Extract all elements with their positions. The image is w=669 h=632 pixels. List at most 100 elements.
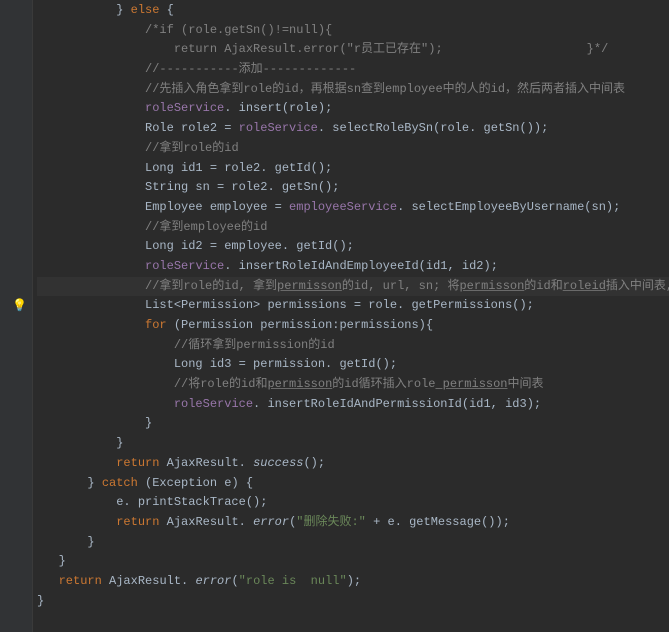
code-token: );	[347, 574, 361, 588]
code-token: error	[195, 574, 231, 588]
code-token: e. printStackTrace();	[37, 495, 267, 509]
code-token: return	[116, 456, 159, 470]
code-token: 的id和	[524, 279, 562, 293]
code-token: else	[131, 3, 160, 17]
code-token: for	[145, 318, 167, 332]
code-token: (	[231, 574, 238, 588]
code-line[interactable]: List<Permission> permissions = role. get…	[37, 296, 669, 316]
code-token: }	[37, 416, 152, 430]
code-token	[37, 515, 116, 529]
code-line[interactable]: Role role2 = roleService. selectRoleBySn…	[37, 119, 669, 139]
code-token: (Permission permission:permissions){	[167, 318, 433, 332]
code-line[interactable]: }	[37, 434, 669, 454]
code-token	[37, 377, 174, 391]
code-token: 中间表	[508, 377, 544, 391]
code-line[interactable]: for (Permission permission:permissions){	[37, 316, 669, 336]
code-token	[37, 318, 145, 332]
code-line[interactable]: //拿到employee的id	[37, 218, 669, 238]
code-line[interactable]: roleService. insertRoleIdAndEmployeeId(i…	[37, 257, 669, 277]
code-token: roleService	[145, 259, 224, 273]
code-line[interactable]: }	[37, 552, 669, 572]
code-token: return	[59, 574, 102, 588]
code-token: permisson	[277, 279, 342, 293]
code-token: /*if (role.getSn()!=null){	[145, 23, 332, 37]
code-line[interactable]: //拿到role的id	[37, 139, 669, 159]
code-token: permisson	[435, 377, 507, 391]
code-token	[37, 141, 145, 155]
code-token: success	[253, 456, 303, 470]
code-token	[37, 259, 145, 273]
code-token: Employee employee =	[37, 200, 289, 214]
code-line[interactable]: /*if (role.getSn()!=null){	[37, 21, 669, 41]
code-line[interactable]: }	[37, 533, 669, 553]
code-token: catch	[102, 476, 138, 490]
code-token	[37, 82, 145, 96]
code-line[interactable]: Long id1 = role2. getId();	[37, 159, 669, 179]
code-token: (Exception e) {	[138, 476, 253, 490]
code-line[interactable]: } else {	[37, 1, 669, 21]
code-line[interactable]: return AjaxResult.error("r员工已存在"); }*/	[37, 40, 669, 60]
code-token	[37, 101, 145, 115]
code-line[interactable]: roleService. insertRoleIdAndPermissionId…	[37, 395, 669, 415]
code-token: . insertRoleIdAndPermissionId(id1, id3);	[253, 397, 541, 411]
code-line[interactable]: return AjaxResult. success();	[37, 454, 669, 474]
code-line[interactable]: Employee employee = employeeService. sel…	[37, 198, 669, 218]
code-token: Long id2 = employee. getId();	[37, 239, 354, 253]
code-line[interactable]: roleService. insert(role);	[37, 99, 669, 119]
code-token: AjaxResult.	[159, 515, 253, 529]
code-token: String sn = role2. getSn();	[37, 180, 339, 194]
code-token	[37, 220, 145, 234]
code-token: "role is null"	[239, 574, 347, 588]
code-editor[interactable]: 💡 } else { /*if (role.getSn()!=null){ re…	[0, 0, 669, 632]
code-token: }	[37, 554, 66, 568]
code-token: roleService	[145, 101, 224, 115]
code-line[interactable]: return AjaxResult. error("删除失败:" + e. ge…	[37, 513, 669, 533]
code-token: Long id1 = role2. getId();	[37, 161, 332, 175]
code-line[interactable]: return AjaxResult. error("role is null")…	[37, 572, 669, 592]
code-line[interactable]: //-----------添加-------------	[37, 60, 669, 80]
code-token: Long id3 = permission. getId();	[37, 357, 397, 371]
intention-bulb-icon[interactable]: 💡	[12, 297, 27, 317]
code-token: permisson	[267, 377, 332, 391]
code-token: roleid	[563, 279, 606, 293]
code-token: roleService	[174, 397, 253, 411]
code-token: employeeService	[289, 200, 397, 214]
code-line[interactable]: }	[37, 592, 669, 612]
code-token: . selectEmployeeByUsername(sn);	[397, 200, 620, 214]
code-token: 的id循环插入role	[332, 377, 435, 391]
code-token: }	[37, 476, 102, 490]
code-token	[37, 338, 174, 352]
code-line[interactable]: } catch (Exception e) {	[37, 474, 669, 494]
code-area[interactable]: } else { /*if (role.getSn()!=null){ retu…	[33, 0, 669, 632]
code-line[interactable]: //循环拿到permission的id	[37, 336, 669, 356]
code-line[interactable]: Long id2 = employee. getId();	[37, 237, 669, 257]
code-token: }	[37, 535, 95, 549]
code-token: "删除失败:"	[296, 515, 366, 529]
code-token: return	[116, 515, 159, 529]
code-token: //拿到role的id, 拿到	[145, 279, 277, 293]
code-token: AjaxResult.	[159, 456, 253, 470]
code-line[interactable]: //拿到role的id, 拿到permisson的id, url, sn; 将p…	[37, 277, 669, 297]
code-token: //拿到employee的id	[145, 220, 267, 234]
code-line[interactable]: }	[37, 414, 669, 434]
code-token: //将role的id和	[174, 377, 268, 391]
code-token: List<Permission> permissions = role. get…	[37, 298, 534, 312]
code-token: ();	[303, 456, 325, 470]
code-line[interactable]: //将role的id和permisson的id循环插入role permisso…	[37, 375, 669, 395]
code-token: + e. getMessage());	[366, 515, 510, 529]
code-token: Role role2 =	[37, 121, 239, 135]
code-line[interactable]: Long id3 = permission. getId();	[37, 355, 669, 375]
code-token: }	[37, 436, 123, 450]
code-token: //-----------添加-------------	[145, 62, 356, 76]
code-token: 的id, url, sn; 将	[342, 279, 460, 293]
code-token	[37, 279, 145, 293]
code-line[interactable]: String sn = role2. getSn();	[37, 178, 669, 198]
code-token: permisson	[459, 279, 524, 293]
code-token: . insert(role);	[224, 101, 332, 115]
code-line[interactable]: e. printStackTrace();	[37, 493, 669, 513]
code-token: //循环拿到permission的id	[174, 338, 335, 352]
code-token: . selectRoleBySn(role. getSn());	[318, 121, 548, 135]
code-token: return AjaxResult.error("r员工已存在"); }*/	[174, 42, 608, 56]
code-token	[37, 42, 174, 56]
code-line[interactable]: //先插入角色拿到role的id，再根据sn查到employee中的人的id，然…	[37, 80, 669, 100]
